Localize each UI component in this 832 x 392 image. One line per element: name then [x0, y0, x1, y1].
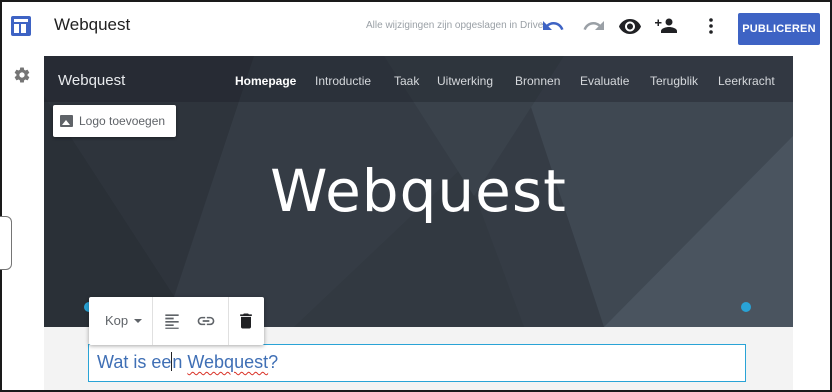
gear-icon[interactable] — [13, 66, 31, 84]
sites-logo-icon[interactable] — [11, 16, 31, 36]
heading-text-part: n — [172, 352, 188, 372]
trash-icon[interactable] — [236, 311, 256, 331]
nav-item-uitwerking[interactable]: Uitwerking — [437, 74, 493, 88]
nav-item-homepage[interactable]: Homepage — [235, 74, 296, 88]
save-status: Alle wijzigingen zijn opgeslagen in Driv… — [366, 20, 544, 31]
heading-text-box[interactable]: Wat is een Webquest? — [88, 344, 746, 382]
share-add-person-icon[interactable] — [654, 14, 678, 38]
side-panel-tab[interactable] — [0, 216, 12, 270]
redo-icon[interactable] — [582, 14, 606, 38]
resize-handle-right[interactable] — [741, 302, 751, 312]
heading-text-part: Wat is ee — [97, 352, 172, 372]
preview-eye-icon[interactable] — [618, 14, 642, 38]
add-logo-label: Logo toevoegen — [79, 114, 166, 128]
site-title[interactable]: Webquest — [54, 15, 130, 35]
toolbar-divider — [152, 297, 153, 345]
nav-item-terugblik[interactable]: Terugblik — [650, 74, 698, 88]
hero-banner[interactable]: Webquest Homepage Introductie Taak Uitwe… — [44, 56, 793, 327]
align-left-icon[interactable] — [162, 311, 182, 331]
heading-text-part: ? — [268, 352, 279, 372]
text-format-toolbar: Kop — [89, 297, 264, 345]
text-style-dropdown[interactable]: Kop — [105, 313, 128, 328]
add-logo-button[interactable]: Logo toevoegen — [53, 105, 176, 137]
site-name[interactable]: Webquest — [58, 72, 125, 89]
link-icon[interactable] — [196, 311, 216, 331]
image-icon — [60, 115, 73, 127]
site-navigation: Webquest Homepage Introductie Taak Uitwe… — [44, 56, 793, 102]
nav-item-introductie[interactable]: Introductie — [315, 74, 371, 88]
toolbar-divider — [228, 297, 229, 345]
nav-item-evaluatie[interactable]: Evaluatie — [580, 74, 629, 88]
nav-item-taak[interactable]: Taak — [394, 74, 419, 88]
hero-title[interactable]: Webquest — [44, 157, 793, 225]
nav-item-bronnen[interactable]: Bronnen — [515, 74, 560, 88]
publish-button[interactable]: PUBLICEREN — [738, 13, 820, 45]
more-vert-icon[interactable] — [699, 14, 723, 38]
misspelled-word[interactable]: Webquest — [187, 352, 268, 372]
nav-item-leerkracht[interactable]: Leerkracht — [718, 74, 775, 88]
chevron-down-icon[interactable] — [134, 319, 142, 323]
undo-icon[interactable] — [541, 14, 565, 38]
heading-text[interactable]: Wat is een Webquest? — [97, 352, 278, 373]
app-bar: Webquest Alle wijzigingen zijn opgeslage… — [2, 2, 828, 50]
